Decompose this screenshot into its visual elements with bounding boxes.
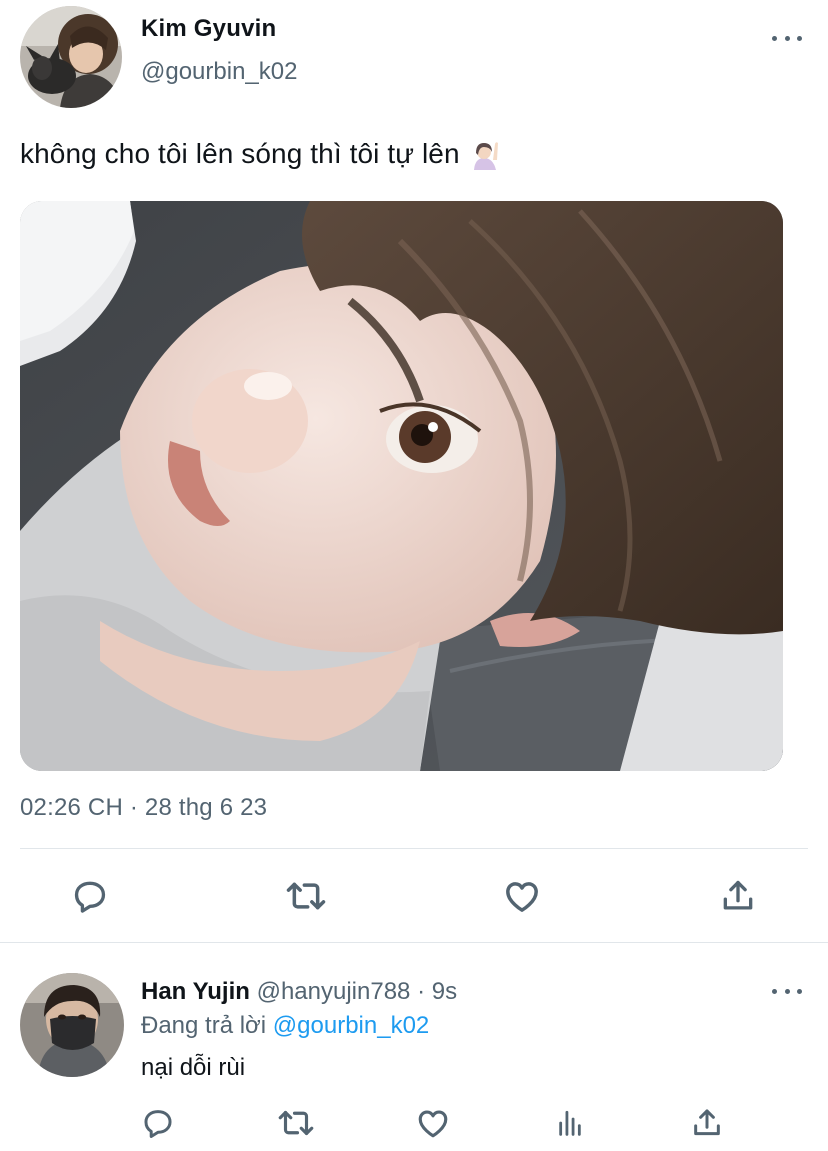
selfie-photo — [20, 201, 783, 771]
replying-to-line: Đang trả lời @gourbin_k02 — [141, 1012, 429, 1040]
replying-to-link[interactable]: @gourbin_k02 — [273, 1012, 429, 1039]
tweet-timestamp[interactable]: 02:26 CH · 28 thg 6 23 — [20, 794, 267, 822]
divider — [20, 848, 808, 849]
tweet-photo[interactable] — [20, 201, 783, 771]
divider — [0, 942, 828, 943]
views-icon[interactable] — [548, 1101, 592, 1145]
reply-timestamp[interactable]: 9s — [432, 978, 457, 1005]
avatar-photo — [20, 6, 122, 108]
author-name[interactable]: Kim Gyuvin — [141, 15, 276, 43]
tweet-text-body: không cho tôi lên sóng thì tôi tự lên — [20, 138, 460, 169]
tweet-text: không cho tôi lên sóng thì tôi tự lên — [20, 138, 502, 170]
more-options-icon[interactable] — [772, 30, 802, 46]
reply-icon[interactable] — [136, 1101, 180, 1145]
reply-text: nại dỗi rùi — [141, 1054, 246, 1081]
more-options-icon[interactable] — [772, 983, 802, 999]
retweet-icon[interactable] — [274, 1101, 318, 1145]
author-handle[interactable]: @gourbin_k02 — [141, 58, 297, 86]
avatar-photo — [20, 973, 124, 1077]
reply-author-handle[interactable]: @hanyujin788 — [257, 978, 411, 1005]
reply-author-name[interactable]: Han Yujin — [141, 978, 250, 1005]
person-raising-hand-emoji-icon — [470, 138, 502, 170]
like-icon[interactable] — [500, 874, 544, 918]
retweet-icon[interactable] — [284, 874, 328, 918]
share-icon[interactable] — [685, 1101, 729, 1145]
reply-author-avatar[interactable] — [20, 973, 124, 1077]
separator-dot: · — [417, 978, 426, 1005]
reply-header: Han Yujin @hanyujin788 · 9s — [141, 978, 457, 1006]
share-icon[interactable] — [716, 874, 760, 918]
like-icon[interactable] — [411, 1101, 455, 1145]
author-avatar[interactable] — [20, 6, 122, 108]
replying-to-prefix: Đang trả lời — [141, 1012, 267, 1039]
reply-icon[interactable] — [68, 874, 112, 918]
